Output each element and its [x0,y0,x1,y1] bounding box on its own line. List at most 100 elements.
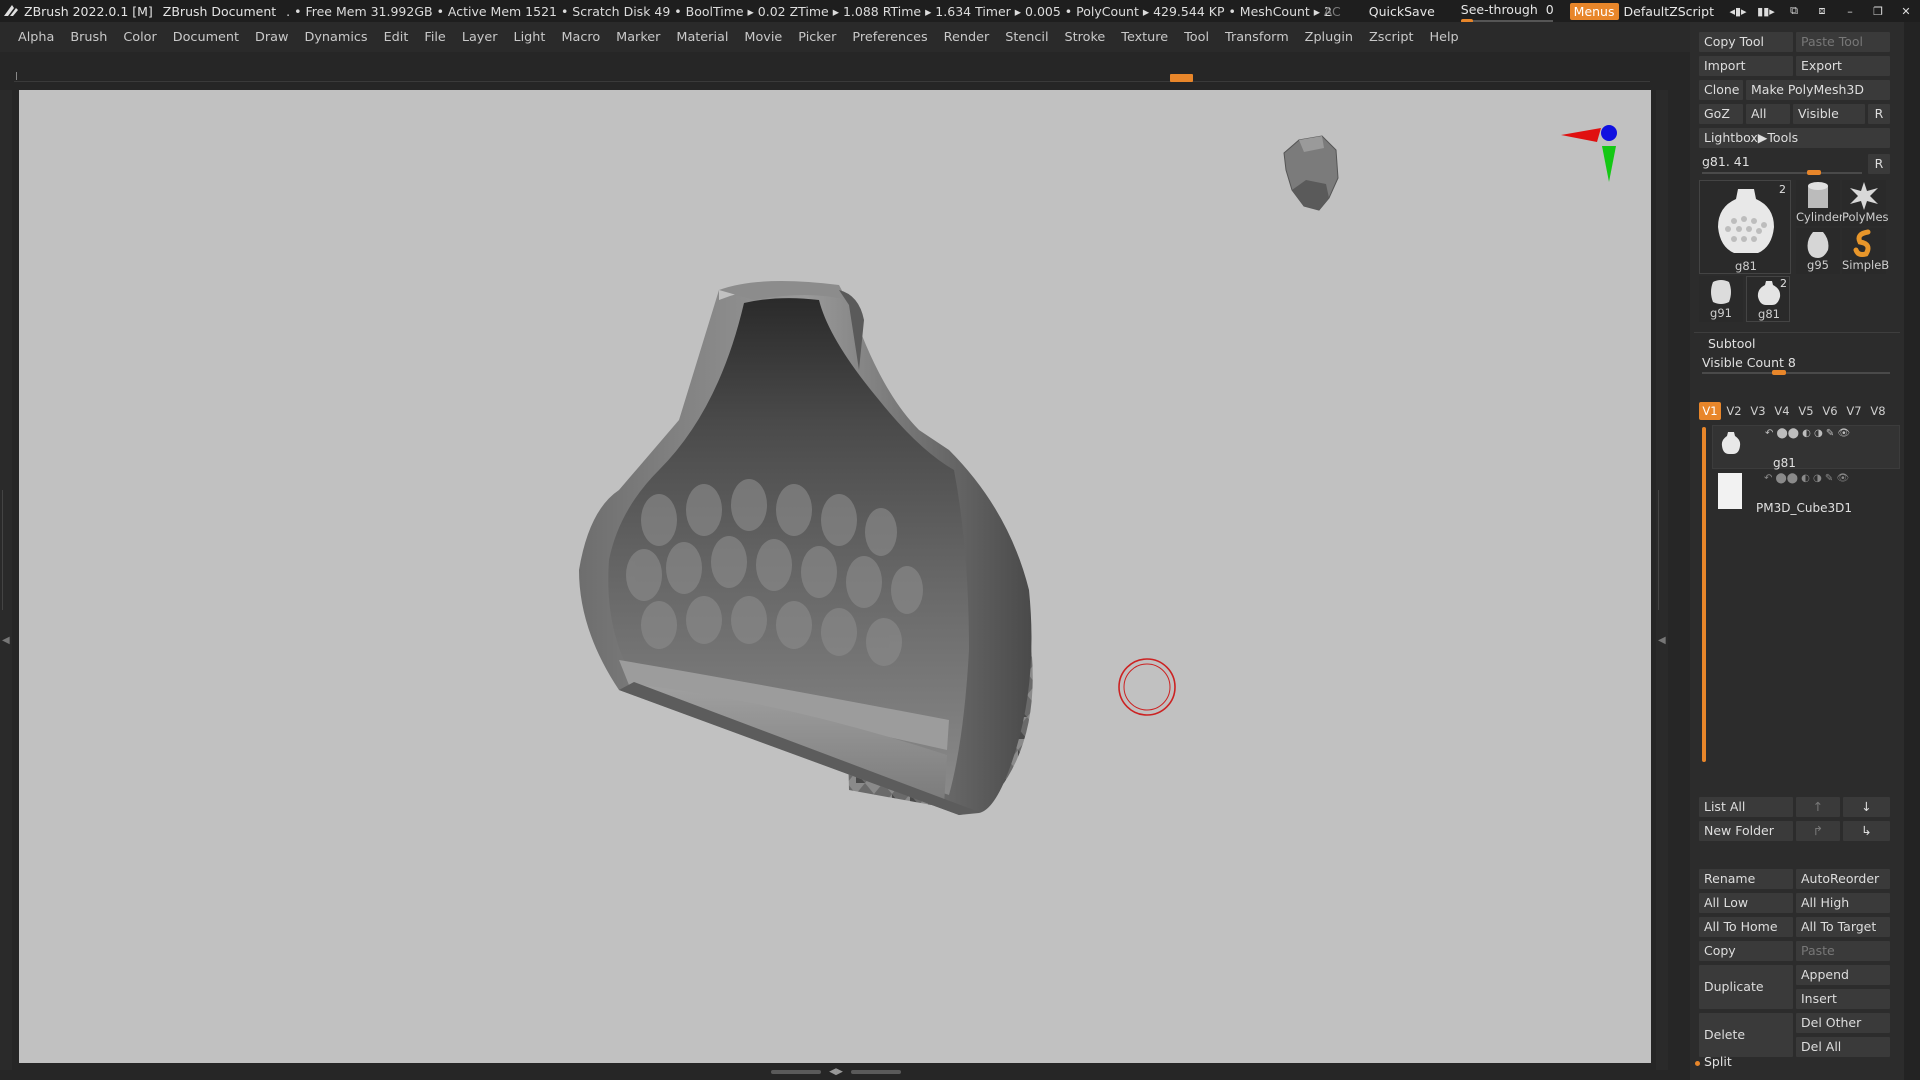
lightbox-tools-button[interactable]: Lightbox▶Tools [1699,128,1890,148]
bottom-tray-handle[interactable]: ◀▶ [771,1068,901,1077]
window-switch-icon[interactable]: ⧉ [1783,3,1805,19]
minimize-icon[interactable]: – [1839,3,1861,19]
copy-subtool-button[interactable]: Copy [1699,941,1793,961]
visibility-set-v5[interactable]: V5 [1795,402,1817,420]
menu-material[interactable]: Material [668,30,736,45]
left-tray[interactable]: ◀ [0,90,12,1070]
ac-button[interactable]: AC [1324,4,1341,19]
menu-movie[interactable]: Movie [736,30,790,45]
menu-macro[interactable]: Macro [553,30,608,45]
menu-color[interactable]: Color [115,30,164,45]
subtool-row-icons[interactable]: ↶ ⬤⬤ ◐ ◑ ✎ 👁 [1764,473,1849,484]
insert-button[interactable]: Insert [1796,989,1890,1009]
axis-gizmo[interactable] [1561,125,1617,182]
menu-tool[interactable]: Tool [1176,30,1217,45]
visibility-set-v8[interactable]: V8 [1867,402,1889,420]
timeline[interactable] [14,72,1650,82]
close-icon[interactable]: ✕ [1895,3,1917,19]
tool-thumb-cylinder[interactable]: Cylinder [1796,180,1844,226]
copy-tool-button[interactable]: Copy Tool [1699,32,1793,52]
menu-zscript[interactable]: Zscript [1361,30,1421,45]
move-up-arrow-icon[interactable]: ↑ [1796,797,1840,817]
vase-cutaway-model[interactable] [579,281,1033,815]
visibility-set-v3[interactable]: V3 [1747,402,1769,420]
folder-move-icon[interactable]: ↳ [1843,821,1890,841]
right-tray-arrow-icon[interactable]: ◀ [1658,635,1666,646]
canvas-viewport[interactable] [19,90,1651,1063]
menu-preferences[interactable]: Preferences [844,30,935,45]
menu-zplugin[interactable]: Zplugin [1297,30,1361,45]
all-to-target-button[interactable]: All To Target [1796,917,1890,937]
visibility-set-v1[interactable]: V1 [1699,402,1721,420]
default-zscript-button[interactable]: DefaultZScript [1624,4,1715,19]
visibility-set-v7[interactable]: V7 [1843,402,1865,420]
list-all-button[interactable]: List All [1699,797,1793,817]
visibility-set-v4[interactable]: V4 [1771,402,1793,420]
split-section-header[interactable]: Split [1704,1054,1732,1069]
subtool-list-scrollbar[interactable] [1702,427,1706,762]
menu-layer[interactable]: Layer [454,30,506,45]
visible-count-slider[interactable] [1702,370,1890,375]
new-folder-button[interactable]: New Folder [1699,821,1793,841]
tool-thumb-g81[interactable]: 2 g81 [1746,276,1790,322]
tool-r-button[interactable]: R [1868,154,1890,174]
menu-file[interactable]: File [416,30,453,45]
bottom-tray-bar[interactable]: ◀▶ [19,1063,1651,1080]
tool-thumb-simplebrush[interactable]: SimpleB [1842,228,1889,274]
menu-transform[interactable]: Transform [1217,30,1297,45]
visibility-set-v6[interactable]: V6 [1819,402,1841,420]
subtool-item-cube[interactable]: ↶ ⬤⬤ ◐ ◑ ✎ 👁 PM3D_Cube3D1 [1712,471,1900,515]
timeline-knob[interactable] [1170,74,1193,82]
rename-button[interactable]: Rename [1699,869,1793,889]
all-high-button[interactable]: All High [1796,893,1890,913]
delete-button[interactable]: Delete [1699,1013,1793,1057]
tool-thumb-g95[interactable]: g95 [1796,228,1840,274]
right-tray[interactable]: ◀ [1656,90,1668,1070]
goz-button[interactable]: GoZ [1699,104,1743,124]
subtool-item-g81[interactable]: ↶ ⬤⬤ ◐ ◑ ✎ 👁 g81 [1712,425,1900,470]
menus-toggle-button[interactable]: Menus [1569,2,1619,20]
menu-edit[interactable]: Edit [376,30,417,45]
all-to-home-button[interactable]: All To Home [1699,917,1793,937]
menu-help[interactable]: Help [1421,30,1466,45]
panel-scrollbar[interactable] [1904,22,1920,1080]
visibility-set-v2[interactable]: V2 [1723,402,1745,420]
make-polymesh-button[interactable]: Make PolyMesh3D [1746,80,1890,100]
menu-picker[interactable]: Picker [790,30,844,45]
current-tool-slider[interactable] [1702,170,1862,175]
goz-r-button[interactable]: R [1868,104,1890,124]
current-tool-slider-knob[interactable] [1807,170,1821,175]
autoreorder-button[interactable]: AutoReorder [1796,869,1890,889]
layout-toggle-icon[interactable]: ◂▮▸ [1727,3,1749,19]
goz-visible-button[interactable]: Visible [1793,104,1865,124]
menu-stroke[interactable]: Stroke [1057,30,1114,45]
all-low-button[interactable]: All Low [1699,893,1793,913]
quicksave-button[interactable]: QuickSave [1369,4,1435,19]
see-through-slider[interactable]: See-through 0 [1460,2,1554,23]
clone-button[interactable]: Clone [1699,80,1743,100]
move-down-arrow-icon[interactable]: ↓ [1843,797,1890,817]
menu-render[interactable]: Render [936,30,998,45]
menu-draw[interactable]: Draw [247,30,296,45]
paste-subtool-button[interactable]: Paste [1796,941,1890,961]
folder-redo-icon[interactable]: ↱ [1796,821,1840,841]
del-other-button[interactable]: Del Other [1796,1013,1890,1033]
menu-light[interactable]: Light [506,30,554,45]
subtool-row-icons[interactable]: ↶ ⬤⬤ ◐ ◑ ✎ 👁 [1765,428,1850,439]
menu-alpha[interactable]: Alpha [10,30,62,45]
tool-thumb-g91[interactable]: g91 [1699,276,1743,322]
menu-document[interactable]: Document [165,30,247,45]
restore-icon[interactable]: ❐ [1867,3,1889,19]
paste-tool-button[interactable]: Paste Tool [1796,32,1890,52]
interface-toggle-icon[interactable]: ▮▮▸ [1755,3,1777,19]
menu-dynamics[interactable]: Dynamics [296,30,375,45]
del-all-button[interactable]: Del All [1796,1037,1890,1057]
menu-brush[interactable]: Brush [62,30,115,45]
import-button[interactable]: Import [1699,56,1793,76]
duplicate-button[interactable]: Duplicate [1699,965,1793,1009]
menu-stencil[interactable]: Stencil [997,30,1056,45]
subtool-header[interactable]: Subtool [1708,336,1755,351]
help-window-icon[interactable]: ⧈ [1811,3,1833,19]
export-button[interactable]: Export [1796,56,1890,76]
current-tool-thumbnail[interactable]: 2 g81 [1699,180,1791,274]
